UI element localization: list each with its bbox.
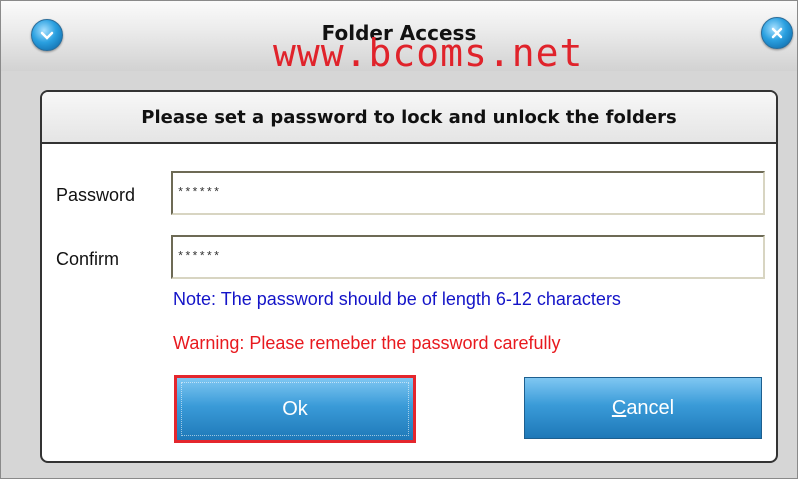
watermark-text: www.bcoms.net: [273, 31, 584, 75]
password-label: Password: [56, 185, 136, 205]
cancel-mnemonic: C: [611, 396, 627, 419]
warning-text: Warning: Please remeber the password car…: [173, 333, 561, 353]
close-button[interactable]: [761, 17, 793, 49]
length-note: Note: The password should be of length 6…: [173, 289, 621, 309]
title-bar: Folder Access www.bcoms.net: [1, 1, 797, 75]
panel-heading: Please set a password to lock and unlock…: [42, 92, 776, 144]
password-panel: Please set a password to lock and unlock…: [40, 90, 778, 463]
cancel-button-label: ancel: [626, 396, 675, 419]
password-field[interactable]: [171, 171, 765, 215]
close-icon: [771, 27, 783, 39]
cancel-button[interactable]: Cancel: [524, 377, 762, 439]
confirm-label: Confirm: [56, 249, 120, 269]
confirm-field[interactable]: [171, 235, 765, 279]
ok-button-label: Ok: [282, 397, 308, 420]
folder-access-dialog: Folder Access www.bcoms.net Please set a…: [0, 0, 798, 479]
ok-button[interactable]: Ok: [174, 375, 416, 443]
